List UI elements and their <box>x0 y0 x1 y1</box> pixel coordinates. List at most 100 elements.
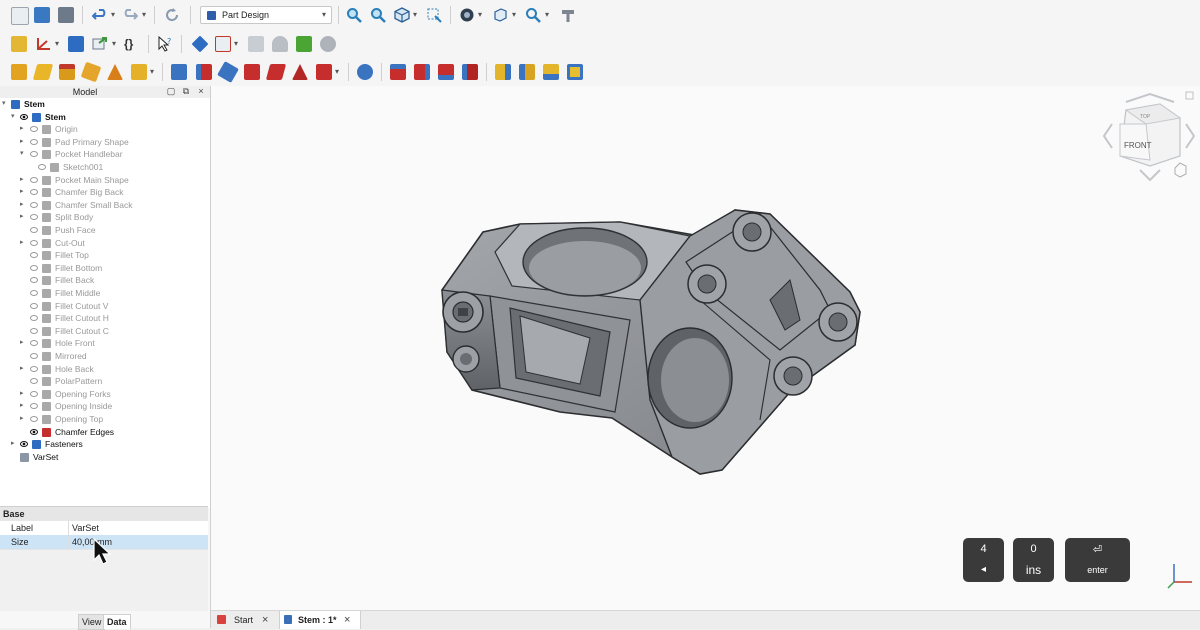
validate-sketch-icon[interactable] <box>320 36 336 52</box>
mirrored-icon[interactable] <box>495 64 511 80</box>
group-folder-icon[interactable] <box>68 36 84 52</box>
eye-hidden-icon[interactable] <box>30 378 38 385</box>
property-value[interactable]: VarSet <box>72 523 99 533</box>
clipping-plane-icon[interactable] <box>560 7 576 23</box>
boolean-icon[interactable] <box>357 64 373 80</box>
chevron-right-icon[interactable]: ▸ <box>20 137 24 145</box>
link-icon[interactable] <box>92 36 108 52</box>
tree-item-origin[interactable]: ▸ Origin <box>0 123 210 135</box>
eye-hidden-icon[interactable] <box>30 227 38 233</box>
tree-item-stem[interactable]: ▾ Stem <box>0 110 210 123</box>
tree-item-fillet-top[interactable]: Fillet Top <box>0 249 210 261</box>
additive-primitive-icon[interactable] <box>131 64 147 80</box>
eye-hidden-icon[interactable] <box>30 390 38 397</box>
tree-item-polarpattern[interactable]: PolarPattern <box>0 375 210 387</box>
open-document-icon[interactable] <box>34 7 50 23</box>
3d-viewport[interactable]: FRONT TOP 4 ◂ 0 ins ⏎ enter <box>211 86 1200 610</box>
body-icon[interactable] <box>191 35 209 53</box>
tree-item-sketch001[interactable]: Sketch001 <box>0 161 210 173</box>
tree-item-fillet-middle[interactable]: Fillet Middle <box>0 287 210 299</box>
tree-item-chamfer-edges[interactable]: Chamfer Edges <box>0 426 210 438</box>
tree-item-hole-back[interactable]: ▸ Hole Back <box>0 363 210 375</box>
fillet-icon[interactable] <box>390 64 406 80</box>
subtractive-pipe-icon[interactable] <box>265 64 287 80</box>
fit-all-icon[interactable] <box>346 7 362 23</box>
eye-hidden-icon[interactable] <box>30 239 38 246</box>
tree-item-chamfer-small-back[interactable]: ▸ Chamfer Small Back <box>0 199 210 211</box>
chevron-down-icon[interactable]: ▾ <box>20 149 24 157</box>
tab-stem-close-icon[interactable]: × <box>344 611 350 629</box>
tree-item-split-body[interactable]: ▸ Split Body <box>0 211 210 223</box>
create-body-icon[interactable] <box>11 36 27 52</box>
chevron-right-icon[interactable]: ▸ <box>11 439 15 447</box>
eye-hidden-icon[interactable] <box>30 176 38 183</box>
eye-hidden-icon[interactable] <box>30 327 38 334</box>
linear-pattern-icon[interactable] <box>519 64 535 80</box>
property-row-label[interactable]: Label VarSet <box>0 521 208 536</box>
shape-binder-dropdown-arrow[interactable]: ▾ <box>234 39 238 48</box>
subtractive-primitive-dropdown-arrow[interactable]: ▾ <box>335 67 339 76</box>
panel-restore-icon[interactable]: ▢ <box>166 86 176 97</box>
sub-shape-binder-icon[interactable] <box>272 36 288 52</box>
eye-hidden-icon[interactable] <box>30 201 38 208</box>
eye-hidden-icon[interactable] <box>30 365 38 372</box>
pad-icon[interactable] <box>11 64 27 80</box>
undo-dropdown-arrow[interactable]: ▾ <box>111 10 115 19</box>
subtractive-helix-icon[interactable] <box>292 64 308 80</box>
eye-hidden-icon[interactable] <box>38 164 46 170</box>
eye-hidden-icon[interactable] <box>30 214 38 221</box>
chevron-right-icon[interactable]: ▸ <box>20 389 24 397</box>
navcube-front-label[interactable]: FRONT <box>1124 141 1152 150</box>
panel-close-icon[interactable]: × <box>196 86 206 97</box>
additive-primitive-dropdown-arrow[interactable]: ▾ <box>150 67 154 76</box>
chamfer-icon[interactable] <box>414 64 430 80</box>
eye-hidden-icon[interactable] <box>30 264 38 271</box>
stem-part-model[interactable] <box>441 209 861 475</box>
tree-item-stem[interactable]: ▾ Stem <box>0 98 210 110</box>
thickness-icon[interactable] <box>462 64 478 80</box>
chevron-down-icon[interactable]: ▾ <box>11 112 15 120</box>
tree-item-fillet-cutout-h[interactable]: Fillet Cutout H <box>0 312 210 324</box>
navigation-cube[interactable]: FRONT TOP <box>1102 91 1196 182</box>
eye-hidden-icon[interactable] <box>30 252 38 259</box>
tab-stem-document[interactable]: Stem : 1* × <box>279 611 361 629</box>
eye-hidden-icon[interactable] <box>30 277 38 284</box>
tree-item-fillet-back[interactable]: Fillet Back <box>0 274 210 286</box>
eye-visible-icon[interactable] <box>30 428 38 435</box>
eye-hidden-icon[interactable] <box>30 403 38 410</box>
redo-dropdown-arrow[interactable]: ▾ <box>142 10 146 19</box>
whats-this-icon[interactable]: ? <box>157 36 173 52</box>
datum-dropdown-arrow[interactable]: ▾ <box>55 39 59 48</box>
chevron-down-icon[interactable]: ▾ <box>2 99 6 107</box>
tree-item-pocket-main-shape[interactable]: ▸ Pocket Main Shape <box>0 174 210 186</box>
tree-item-mirrored[interactable]: Mirrored <box>0 350 210 362</box>
eye-hidden-icon[interactable] <box>30 189 38 196</box>
fit-selection-icon[interactable] <box>370 7 386 23</box>
eye-hidden-icon[interactable] <box>30 126 38 133</box>
additive-loft-icon[interactable] <box>59 64 75 80</box>
standard-views-dropdown-arrow[interactable]: ▾ <box>413 10 417 19</box>
eye-hidden-icon[interactable] <box>30 340 38 347</box>
additive-helix-icon[interactable] <box>107 64 123 80</box>
tree-item-push-face[interactable]: Push Face <box>0 224 210 236</box>
tab-start[interactable]: Start × <box>215 611 277 629</box>
tree-item-cut-out[interactable]: ▸ Cut-Out <box>0 237 210 249</box>
tree-item-pad-primary-shape[interactable]: ▸ Pad Primary Shape <box>0 136 210 148</box>
pocket-icon[interactable] <box>171 64 187 80</box>
clone-icon[interactable] <box>248 36 264 52</box>
eye-hidden-icon[interactable] <box>30 353 38 359</box>
panel-float-icon[interactable]: ⧉ <box>181 86 191 97</box>
shape-binder-icon[interactable] <box>215 36 231 52</box>
hole-icon[interactable] <box>196 64 212 80</box>
tree-item-varset[interactable]: VarSet <box>0 450 210 463</box>
eye-visible-icon[interactable] <box>20 113 28 120</box>
eye-hidden-icon[interactable] <box>30 290 38 296</box>
tab-data[interactable]: Data <box>103 614 131 629</box>
chevron-right-icon[interactable]: ▸ <box>20 238 24 246</box>
datum-icon[interactable] <box>35 36 51 52</box>
revolution-icon[interactable] <box>32 64 54 80</box>
tree-item-opening-top[interactable]: ▸ Opening Top <box>0 413 210 425</box>
chevron-right-icon[interactable]: ▸ <box>20 364 24 372</box>
chevron-right-icon[interactable]: ▸ <box>20 212 24 220</box>
draft-icon[interactable] <box>438 64 454 80</box>
